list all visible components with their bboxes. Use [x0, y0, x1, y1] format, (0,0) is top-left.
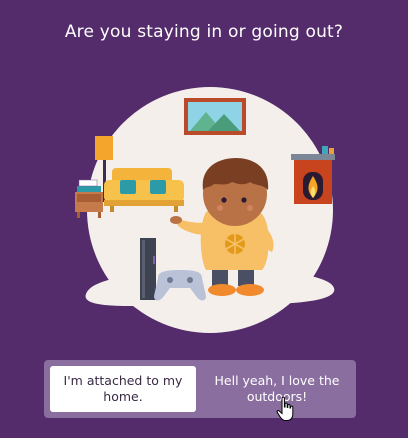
hand-pointer-cursor	[276, 396, 294, 421]
wall-picture	[184, 98, 246, 135]
sofa	[104, 168, 184, 212]
fireplace	[291, 146, 335, 204]
room-illustration	[75, 87, 335, 333]
game-console	[140, 238, 156, 300]
choice-stay-in-button[interactable]: I'm attached to my home.	[50, 366, 196, 412]
choice-group: I'm attached to my home. Hell yeah, I lo…	[44, 360, 356, 418]
